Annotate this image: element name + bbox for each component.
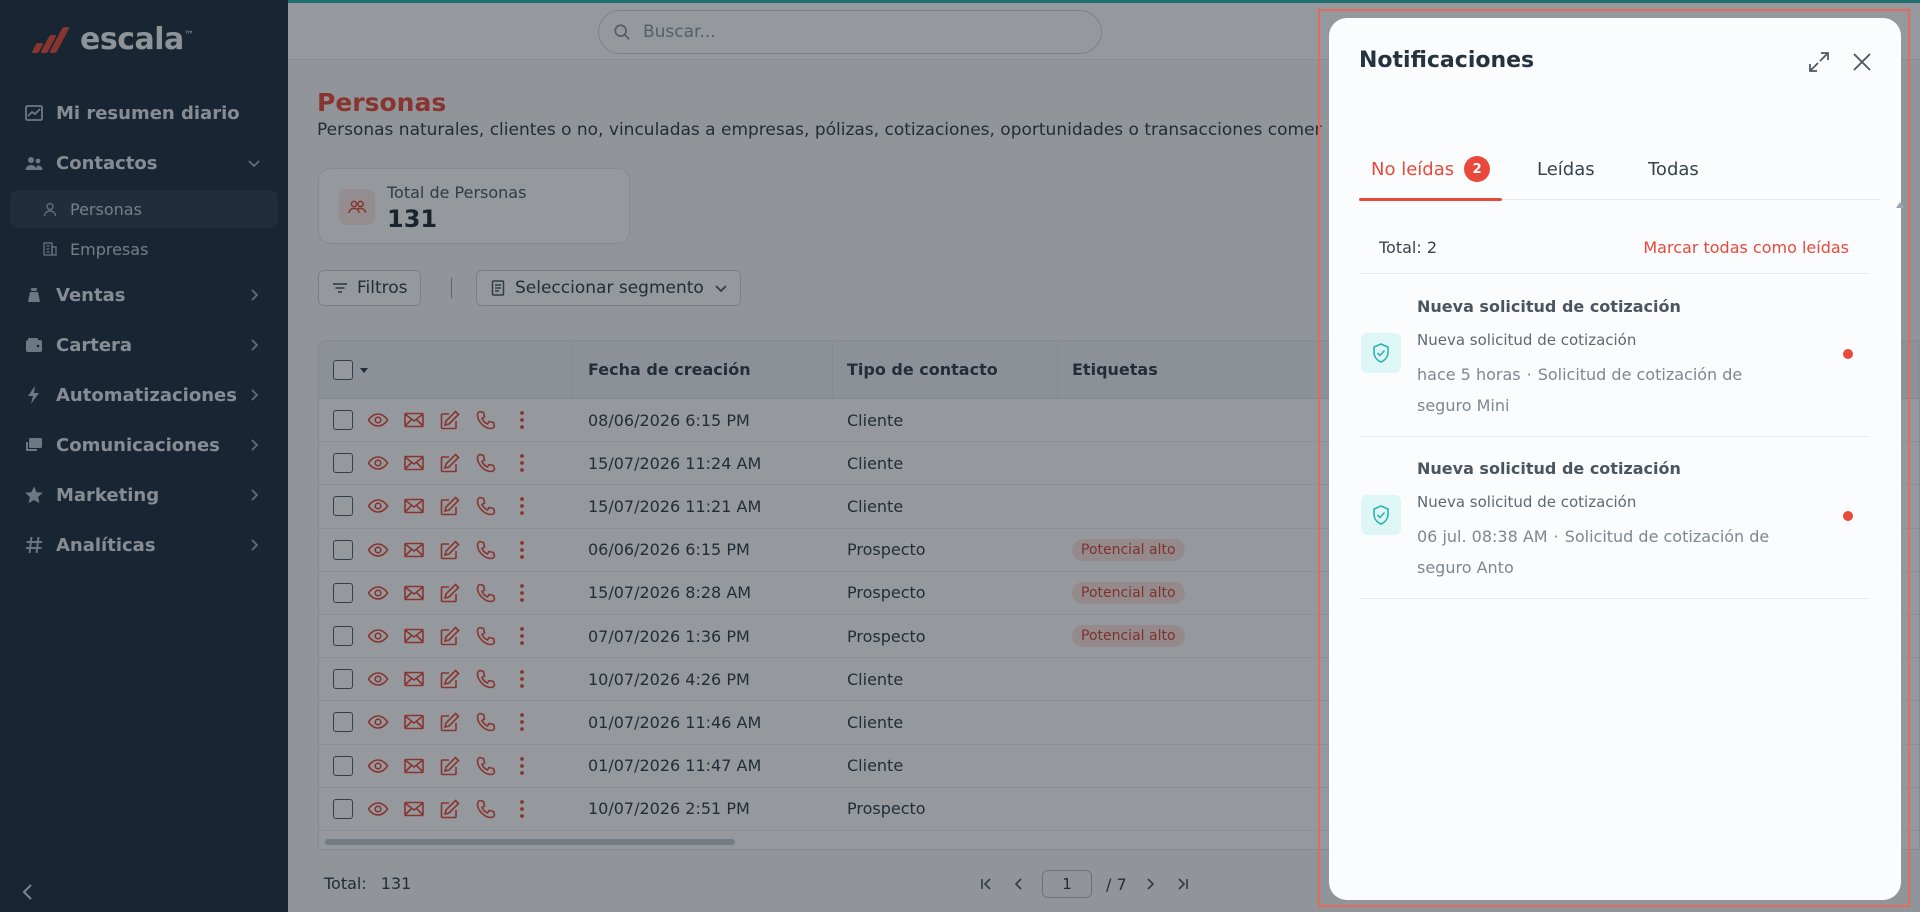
tab-label: Todas	[1648, 158, 1699, 180]
notifications-total: Total: 2	[1379, 238, 1438, 257]
shield-check-icon	[1361, 495, 1401, 535]
panel-scroll-up-icon[interactable]	[1896, 202, 1904, 208]
unread-dot	[1843, 511, 1853, 521]
tab-leidas[interactable]: Leídas	[1537, 138, 1595, 200]
unread-count-badge: 2	[1464, 156, 1491, 182]
notification-time: hace 5 horas	[1417, 365, 1521, 384]
notification-item[interactable]: Nueva solicitud de cotización Nueva soli…	[1359, 437, 1869, 599]
notification-tabs: No leídas 2 Leídas Todas	[1359, 138, 1879, 201]
notification-meta: 06 jul. 08:38 AM · Solicitud de cotización…	[1417, 527, 1770, 577]
panel-title: Notificaciones	[1359, 48, 1535, 73]
notifications-total-row: Total: 2 Marcar todas como leídas	[1359, 228, 1869, 274]
notification-meta: hace 5 horas · Solicitud de cotización de …	[1417, 365, 1743, 415]
notification-subtitle: Nueva solicitud de cotización	[1417, 331, 1637, 349]
tab-no-leidas[interactable]: No leídas 2	[1359, 138, 1503, 201]
notification-item[interactable]: Nueva solicitud de cotización Nueva soli…	[1359, 275, 1869, 437]
shield-check-icon	[1361, 333, 1401, 373]
notification-title: Nueva solicitud de cotización	[1417, 459, 1681, 478]
close-icon[interactable]	[1850, 50, 1874, 74]
tab-todas[interactable]: Todas	[1648, 138, 1699, 200]
tab-label: Leídas	[1537, 158, 1595, 180]
mark-all-read-link[interactable]: Marcar todas como leídas	[1643, 238, 1849, 257]
notification-subtitle: Nueva solicitud de cotización	[1417, 493, 1637, 511]
expand-icon[interactable]	[1807, 50, 1831, 74]
tab-label: No leídas	[1371, 158, 1455, 180]
notification-title: Nueva solicitud de cotización	[1417, 297, 1681, 316]
notification-time: 06 jul. 08:38 AM	[1417, 527, 1548, 546]
unread-dot	[1843, 349, 1853, 359]
notifications-panel: Notificaciones No leídas 2 Leídas Todas …	[1329, 18, 1904, 900]
